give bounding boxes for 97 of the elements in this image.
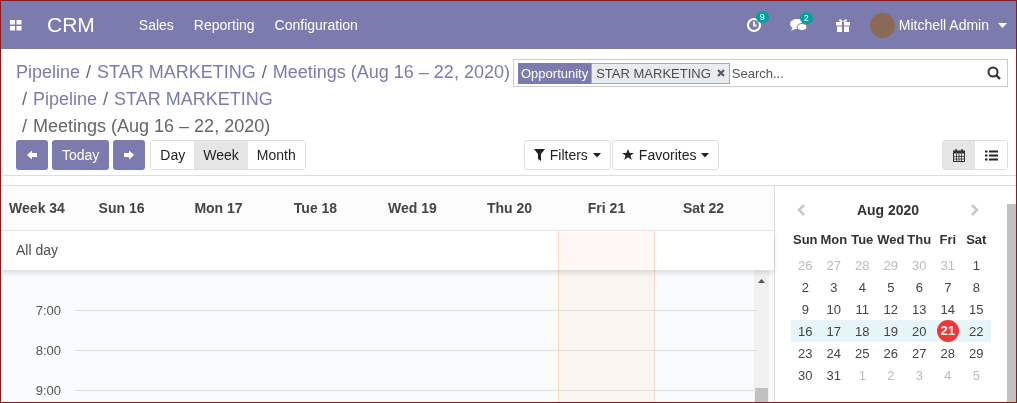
breadcrumb-separator: / bbox=[22, 116, 27, 136]
calendar-date[interactable]: 2 bbox=[791, 279, 820, 295]
calendar-date[interactable]: 23 bbox=[791, 345, 820, 361]
calendar-date[interactable]: 11 bbox=[848, 301, 877, 317]
message-count-badge: 2 bbox=[799, 11, 813, 24]
calendar-date[interactable]: 27 bbox=[905, 345, 934, 361]
app-title[interactable]: CRM bbox=[47, 13, 95, 37]
breadcrumb-separator: / bbox=[103, 89, 109, 109]
menu-item[interactable]: Reporting bbox=[193, 17, 255, 33]
breadcrumb-separator: / bbox=[261, 62, 267, 82]
calendar-date[interactable]: 10 bbox=[819, 301, 848, 317]
calendar-date[interactable]: 7 bbox=[933, 279, 962, 295]
calendar-date[interactable]: 14 bbox=[933, 301, 962, 317]
weekday-label: Tue bbox=[850, 231, 875, 247]
day-header: Tue 18 bbox=[292, 200, 339, 216]
previous-button[interactable] bbox=[16, 140, 48, 170]
breadcrumb-link[interactable]: Pipeline bbox=[16, 62, 81, 82]
calendar-date[interactable]: 18 bbox=[848, 323, 877, 339]
calendar-date[interactable]: 5 bbox=[876, 279, 905, 295]
clock-icon[interactable] bbox=[745, 17, 762, 33]
calendar-date[interactable]: 30 bbox=[791, 367, 820, 383]
weekday-label: Thu bbox=[906, 231, 933, 247]
gift-icon[interactable] bbox=[835, 18, 850, 32]
calendar-date[interactable]: 9 bbox=[791, 301, 820, 317]
calendar-icon bbox=[953, 148, 965, 162]
caret-icon bbox=[701, 152, 710, 158]
week-number: Week 34 bbox=[8, 200, 66, 216]
calendar-date[interactable]: 26 bbox=[876, 345, 905, 361]
scroll-up-icon[interactable] bbox=[758, 279, 765, 283]
scrollbar[interactable] bbox=[754, 270, 769, 402]
search-icon[interactable] bbox=[987, 66, 1001, 80]
calendar-date[interactable]: 8 bbox=[962, 279, 991, 295]
scale-tab[interactable]: Week bbox=[194, 141, 248, 169]
calendar-date[interactable]: 15 bbox=[962, 301, 991, 317]
calendar-date[interactable]: 24 bbox=[819, 345, 848, 361]
calendar-date[interactable]: 29 bbox=[962, 345, 991, 361]
all-day-label: All day bbox=[15, 241, 59, 260]
favorites-button[interactable]: Favorites bbox=[611, 140, 720, 170]
today-date[interactable]: 21 bbox=[936, 320, 959, 342]
hour-label: 9:00 bbox=[34, 382, 61, 398]
calendar-date[interactable]: 20 bbox=[905, 323, 934, 339]
calendar-date[interactable]: 6 bbox=[905, 279, 934, 295]
breadcrumb-link[interactable]: Pipeline bbox=[33, 89, 98, 109]
next-button[interactable] bbox=[113, 140, 146, 170]
search-field[interactable]: Opportunity STAR MARKETING Search... bbox=[513, 59, 1008, 87]
calendar-date[interactable]: 25 bbox=[848, 345, 877, 361]
weekday-label: Sun bbox=[791, 231, 819, 247]
list-icon bbox=[984, 149, 998, 161]
breadcrumb-separator: / bbox=[22, 89, 27, 109]
calendar-date[interactable]: 1 bbox=[962, 257, 991, 273]
calendar-date[interactable]: 12 bbox=[876, 301, 905, 317]
filters-button[interactable]: Filters bbox=[523, 140, 611, 170]
facet-value: STAR MARKETING bbox=[591, 62, 730, 84]
calendar-date[interactable]: 4 bbox=[848, 279, 877, 295]
day-header: Sun 16 bbox=[97, 200, 146, 216]
weekday-label: Fri bbox=[938, 231, 958, 247]
hour-label: 7:00 bbox=[34, 302, 61, 318]
calendar-date[interactable]: 17 bbox=[819, 323, 848, 339]
day-header: Fri 21 bbox=[586, 200, 627, 216]
hour-label: 8:00 bbox=[34, 342, 61, 358]
breadcrumb-link[interactable]: Meetings (Aug 16 – 22, 2020) bbox=[272, 62, 510, 82]
filter-icon bbox=[533, 149, 545, 161]
weekday-label: Mon bbox=[819, 231, 848, 247]
facet-label: Opportunity bbox=[518, 62, 592, 84]
scrollbar[interactable] bbox=[1007, 204, 1016, 402]
calendar-date[interactable]: 31 bbox=[819, 367, 848, 383]
app-grid-icon[interactable] bbox=[10, 19, 22, 31]
breadcrumb-link[interactable]: STAR MARKETING bbox=[114, 89, 273, 109]
weekday-label: Wed bbox=[876, 231, 905, 247]
calendar-date[interactable]: 19 bbox=[876, 323, 905, 339]
today-button[interactable]: Today bbox=[52, 140, 110, 170]
star-icon bbox=[621, 149, 634, 161]
remove-icon[interactable] bbox=[716, 69, 725, 77]
day-header: Thu 20 bbox=[485, 200, 534, 216]
activity-count-badge: 9 bbox=[755, 11, 769, 23]
calendar-date[interactable]: 3 bbox=[819, 279, 848, 295]
menu-item[interactable]: Configuration bbox=[274, 17, 358, 33]
view-switch-button[interactable] bbox=[943, 141, 975, 169]
right-arrow-icon bbox=[123, 149, 136, 161]
day-header: Mon 17 bbox=[193, 200, 244, 216]
calendar-date[interactable]: 28 bbox=[933, 345, 962, 361]
scrollbar-thumb[interactable] bbox=[755, 388, 768, 402]
month-title: Aug 2020 bbox=[856, 202, 920, 218]
caret-icon[interactable] bbox=[998, 22, 1007, 28]
calendar-date[interactable]: 13 bbox=[905, 301, 934, 317]
weekday-label: Sat bbox=[965, 231, 988, 247]
menu-item[interactable]: Sales bbox=[138, 17, 174, 33]
left-arrow-icon bbox=[26, 149, 38, 161]
breadcrumb-link[interactable]: STAR MARKETING bbox=[97, 62, 256, 82]
day-header: Sat 22 bbox=[681, 200, 726, 216]
user-name[interactable]: Mitchell Admin bbox=[898, 17, 989, 33]
day-header: Wed 19 bbox=[387, 200, 438, 216]
breadcrumb-current: Meetings (Aug 16 – 22, 2020) bbox=[33, 116, 271, 136]
caret-icon bbox=[592, 152, 601, 158]
calendar-date[interactable]: 22 bbox=[962, 323, 991, 339]
breadcrumb-separator: / bbox=[86, 62, 92, 82]
calendar-date[interactable]: 16 bbox=[791, 323, 820, 339]
